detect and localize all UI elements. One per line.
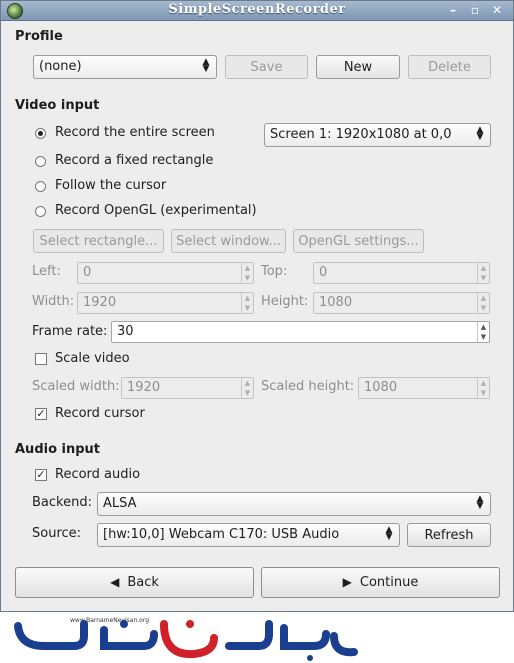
arrow-left-icon: ◀ xyxy=(110,575,120,589)
backend-select[interactable]: ALSA ▲ ▼ xyxy=(97,492,491,516)
minimize-icon[interactable]: – xyxy=(445,3,461,17)
radio-follow-cursor-label[interactable]: Follow the cursor xyxy=(55,178,166,193)
scaled-height-label: Scaled height: xyxy=(261,379,355,394)
height-label: Height: xyxy=(261,294,309,309)
left-spinbox-value: 0 xyxy=(83,265,92,280)
save-profile-button[interactable]: Save xyxy=(225,55,308,79)
opengl-settings-button[interactable]: OpenGL settings... xyxy=(293,229,424,253)
screen-select[interactable]: Screen 1: 1920x1080 at 0,0 ▲ ▼ xyxy=(264,123,491,147)
record-audio-checkbox[interactable]: ✓ xyxy=(35,469,47,481)
radio-record-opengl[interactable] xyxy=(35,206,46,217)
scaled-width-label: Scaled width: xyxy=(32,379,120,394)
continue-button[interactable]: ▶ Continue xyxy=(261,567,500,598)
spin-arrows-icon: ▲ ▼ xyxy=(477,322,489,342)
top-spinbox[interactable]: 0 ▲ ▼ xyxy=(313,262,490,284)
arrow-right-icon: ▶ xyxy=(342,575,352,589)
combo-arrows-icon: ▲ ▼ xyxy=(202,57,210,74)
spin-arrows-icon: ▲ ▼ xyxy=(241,378,253,398)
scaled-width-spinbox[interactable]: 1920 ▲ ▼ xyxy=(121,377,254,399)
source-select[interactable]: [hw:10,0] Webcam C170: USB Audio ▲ ▼ xyxy=(97,523,400,547)
backend-label: Backend: xyxy=(32,495,92,510)
top-label: Top: xyxy=(261,264,288,279)
radio-follow-cursor[interactable] xyxy=(35,181,46,192)
select-rectangle-button[interactable]: Select rectangle... xyxy=(33,229,164,253)
watermark-url: www.BarnameNevisan.org xyxy=(70,617,149,624)
record-cursor-checkbox[interactable]: ✓ xyxy=(35,408,47,420)
refresh-button[interactable]: Refresh xyxy=(407,523,491,547)
width-label: Width: xyxy=(32,294,75,309)
app-window: SimpleScreenRecorder – ▫ ✕ Profile (none… xyxy=(0,0,514,612)
window-title: SimpleScreenRecorder xyxy=(168,2,346,17)
height-spinbox[interactable]: 1080 ▲ ▼ xyxy=(313,292,490,314)
combo-arrows-icon: ▲ ▼ xyxy=(476,494,484,511)
width-spinbox-value: 1920 xyxy=(83,295,117,310)
backend-select-value: ALSA xyxy=(103,496,137,511)
profile-select[interactable]: (none) ▲ ▼ xyxy=(33,55,217,79)
scale-video-label[interactable]: Scale video xyxy=(55,351,130,366)
scaled-height-value: 1080 xyxy=(364,380,398,395)
width-spinbox[interactable]: 1920 ▲ ▼ xyxy=(77,292,254,314)
video-input-heading: Video input xyxy=(15,98,100,113)
record-cursor-label[interactable]: Record cursor xyxy=(55,406,145,421)
combo-arrows-icon: ▲ ▼ xyxy=(385,525,393,542)
record-audio-label[interactable]: Record audio xyxy=(55,467,140,482)
delete-profile-button[interactable]: Delete xyxy=(408,55,491,79)
source-select-value: [hw:10,0] Webcam C170: USB Audio xyxy=(103,527,340,542)
profile-select-value: (none) xyxy=(39,59,82,74)
back-button[interactable]: ◀ Back xyxy=(15,567,254,598)
profile-heading: Profile xyxy=(15,29,63,44)
frame-rate-value: 30 xyxy=(117,324,134,339)
spin-arrows-icon: ▲ ▼ xyxy=(477,263,489,283)
title-bar[interactable]: SimpleScreenRecorder – ▫ ✕ xyxy=(1,1,513,21)
scaled-height-spinbox[interactable]: 1080 ▲ ▼ xyxy=(358,377,490,399)
audio-input-heading: Audio input xyxy=(15,442,101,457)
new-profile-button[interactable]: New xyxy=(316,55,400,79)
height-spinbox-value: 1080 xyxy=(319,295,353,310)
scaled-width-value: 1920 xyxy=(127,380,161,395)
frame-rate-label: Frame rate: xyxy=(32,324,108,339)
continue-button-label: Continue xyxy=(359,575,419,590)
spin-arrows-icon: ▲ ▼ xyxy=(477,293,489,313)
watermark-logo xyxy=(14,620,358,661)
scale-video-checkbox[interactable] xyxy=(35,353,47,365)
screen-select-value: Screen 1: 1920x1080 at 0,0 xyxy=(270,127,452,142)
left-spinbox[interactable]: 0 ▲ ▼ xyxy=(77,262,254,284)
back-button-label: Back xyxy=(127,575,159,590)
spin-arrows-icon: ▲ ▼ xyxy=(241,263,253,283)
radio-entire-screen-label[interactable]: Record the entire screen xyxy=(55,125,215,140)
close-icon[interactable]: ✕ xyxy=(489,3,505,17)
select-window-button[interactable]: Select window... xyxy=(171,229,286,253)
spin-arrows-icon: ▲ ▼ xyxy=(241,293,253,313)
top-spinbox-value: 0 xyxy=(319,265,328,280)
maximize-icon[interactable]: ▫ xyxy=(467,3,483,17)
frame-rate-spinbox[interactable]: 30 ▲ ▼ xyxy=(111,321,490,343)
radio-entire-screen[interactable] xyxy=(35,128,46,139)
radio-fixed-rectangle-label[interactable]: Record a fixed rectangle xyxy=(55,153,213,168)
combo-arrows-icon: ▲ ▼ xyxy=(476,125,484,142)
spin-arrows-icon: ▲ ▼ xyxy=(477,378,489,398)
left-label: Left: xyxy=(32,264,61,279)
radio-fixed-rectangle[interactable] xyxy=(35,156,46,167)
radio-record-opengl-label[interactable]: Record OpenGL (experimental) xyxy=(55,203,257,218)
source-label: Source: xyxy=(32,526,82,541)
